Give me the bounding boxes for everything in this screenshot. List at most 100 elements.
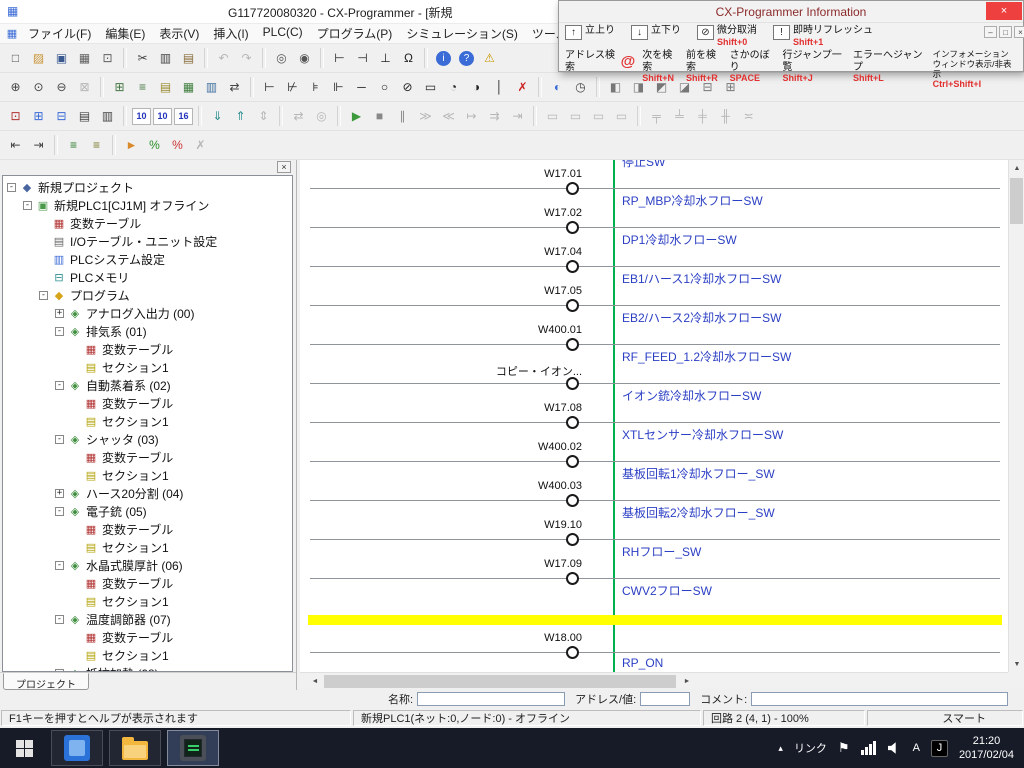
volume-icon[interactable] [888,742,902,755]
contact-symbol[interactable] [566,338,579,351]
time-chart-icon[interactable]: ≍ [738,106,759,127]
rung-address[interactable]: W400.03 [410,480,582,492]
tree-item[interactable]: ▤セクション1 [3,646,292,664]
collapse-toggle-icon[interactable]: - [55,327,64,336]
ime-language-icon[interactable]: J [931,740,948,757]
tree-item[interactable]: +◈アナログ入出力 (00) [3,304,292,322]
zoom-out-icon[interactable]: ⊖ [51,77,72,98]
coil-symbol-icon[interactable]: ⊥ [375,48,396,69]
monitor-rate-up-icon[interactable]: % [144,135,165,156]
tree-item-label[interactable]: セクション1 [102,413,169,430]
menu-item-2[interactable]: 編集(E) [98,24,152,43]
tree-item[interactable]: ▦変数テーブル [3,574,292,592]
tree-item-label[interactable]: セクション1 [102,539,169,556]
rung-comment[interactable]: イオン銃冷却水フローSW [622,387,761,404]
tree-item-label[interactable]: アナログ入出力 (00) [86,305,194,322]
tree-item[interactable]: ⊟PLCメモリ [3,268,292,286]
rung-comment[interactable]: EB2/ハース2冷却水フローSW [622,309,781,326]
ladder-horizontal-scrollbar[interactable]: ◄ ► [300,672,1008,688]
vertical-scroll-thumb[interactable] [1010,178,1023,224]
tree-item[interactable]: -◈水晶式膜厚計 (06) [3,556,292,574]
tree-item-label[interactable]: 自動蒸着系 (02) [86,377,171,394]
tree-item[interactable]: ▤I/Oテーブル・ユニット設定 [3,232,292,250]
horizontal-scroll-thumb[interactable] [324,675,676,688]
tree-item-label[interactable]: 電子銃 (05) [86,503,147,520]
run-mode-icon[interactable]: ▶ [346,106,367,127]
indent-rung-icon[interactable]: ⇥ [28,135,49,156]
decimal-display-icon[interactable]: 10 [132,108,151,125]
name-input[interactable] [417,692,565,706]
scroll-down-button[interactable]: ▼ [1009,656,1024,672]
tree-item[interactable]: ▦変数テーブル [3,394,292,412]
scroll-up-button[interactable]: ▲ [1009,160,1024,176]
contact-symbol[interactable] [566,572,579,585]
tree-item-label[interactable]: セクション1 [102,467,169,484]
pause-at-point-icon[interactable]: ⇥ [507,106,528,127]
address-value-input[interactable] [640,692,690,706]
pause-mode-icon[interactable]: ∥ [392,106,413,127]
tree-item-label[interactable]: 温度調節器 (07) [86,611,171,628]
vertical-line-icon[interactable]: │ [489,77,510,98]
tree-item[interactable]: -◈温度調節器 (07) [3,610,292,628]
tree-item-label[interactable]: 変数テーブル [70,215,141,232]
tree-item[interactable]: -◆プログラム [3,286,292,304]
rung-address[interactable]: W17.05 [410,285,582,297]
menu-item-4[interactable]: 挿入(I) [206,24,255,43]
rung-address[interactable]: W18.00 [410,632,582,644]
rung-comment[interactable]: RP_MBP冷却水フローSW [622,192,763,209]
warning-icon[interactable]: ⚠ [479,48,500,69]
outdent-rung-icon[interactable]: ⇤ [5,135,26,156]
tree-item-label[interactable]: セクション1 [102,359,169,376]
tree-item[interactable]: -◈電子銃 (05) [3,502,292,520]
print-preview-icon[interactable]: ⊡ [97,48,118,69]
contact-symbol[interactable] [566,260,579,273]
tree-item[interactable]: -◈シャッタ (03) [3,430,292,448]
menu-item-6[interactable]: プログラム(P) [310,24,400,43]
menu-item-3[interactable]: 表示(V) [152,24,206,43]
new-closed-contact-icon[interactable]: ⊬ [282,77,303,98]
window-arrange-icon[interactable]: ⊟ [51,106,72,127]
go-next-address-icon[interactable]: ► [121,135,142,156]
pairing-monitor-icon[interactable]: ╪ [692,106,713,127]
set-value-icon[interactable]: ▭ [611,106,632,127]
hidden-icons-chevron[interactable]: ▴ [778,743,783,754]
clear-marks-icon[interactable]: ✗ [190,135,211,156]
child-minimize-button[interactable]: – [984,26,997,38]
tree-item[interactable]: ▤セクション1 [3,538,292,556]
contact-symbol[interactable] [566,416,579,429]
network-icon[interactable] [861,741,877,755]
redo-icon[interactable]: ↷ [236,48,257,69]
signed-decimal-display-icon[interactable]: 10 [153,108,172,125]
ladder-editor[interactable]: 停止SWW17.01RP_MBP冷却水フローSWW17.02DP1冷却水フローS… [300,160,1008,672]
stop-mode-icon[interactable]: ■ [369,106,390,127]
ime-mode-a[interactable]: A [913,742,920,754]
rung-comment[interactable]: 基板回転2冷却水フロー_SW [622,504,775,521]
undo-icon[interactable]: ↶ [213,48,234,69]
or-open-contact-icon[interactable]: ⊧ [305,77,326,98]
scroll-right-button[interactable]: ► [680,674,694,688]
rung-comment[interactable]: 基板回転1冷却水フロー_SW [622,465,775,482]
tree-item[interactable]: ▤セクション1 [3,412,292,430]
rung-comment[interactable]: DP1冷却水フローSW [622,231,737,248]
rung-address[interactable]: W19.10 [410,519,582,531]
step-back-icon[interactable]: ≪ [438,106,459,127]
menu-item-7[interactable]: シミュレーション(S) [399,24,525,43]
force-on-icon[interactable]: ▭ [542,106,563,127]
rung-comment[interactable]: RHフロー_SW [622,543,701,560]
tree-item-label[interactable]: 変数テーブル [102,521,173,538]
force-off-icon[interactable]: ▭ [565,106,586,127]
tree-item-label[interactable]: セクション1 [102,647,169,664]
rung-comment[interactable]: RF_FEED_1.2冷却水フローSW [622,348,791,365]
open-coil-icon[interactable]: ○ [374,77,395,98]
compare-with-plc-icon[interactable]: ⇕ [253,106,274,127]
zoom-in-icon[interactable]: ⊕ [5,77,26,98]
show-sections-icon[interactable]: ▤ [155,77,176,98]
rung-address[interactable]: W17.09 [410,558,582,570]
tree-item-label[interactable]: 抵抗加熱 (08) [86,665,159,673]
closed-contact-symbol-icon[interactable]: ⊣ [352,48,373,69]
information-popup-close-button[interactable]: × [986,2,1022,20]
rung-address[interactable]: W17.08 [410,402,582,414]
tree-item[interactable]: ▦変数テーブル [3,448,292,466]
rung-address[interactable]: W17.04 [410,246,582,258]
symbol-table-icon[interactable]: ▦ [178,77,199,98]
